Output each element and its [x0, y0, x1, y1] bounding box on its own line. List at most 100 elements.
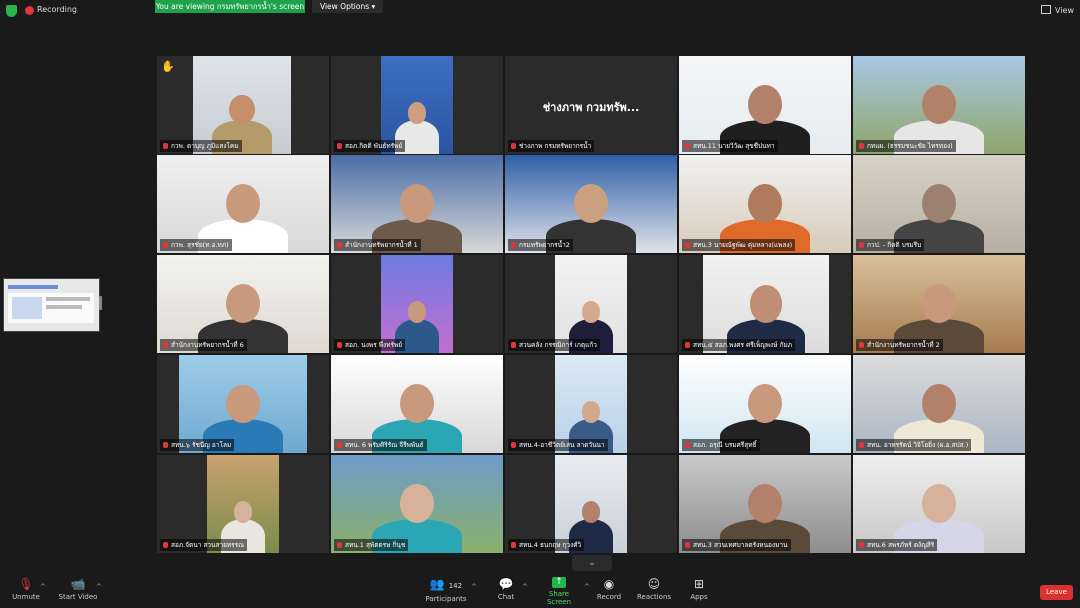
participant-tile[interactable]: กรมทรัพยากรน้ำ2: [505, 155, 677, 253]
mic-muted-icon: [685, 242, 690, 248]
video-options-chevron-icon[interactable]: ^: [96, 583, 102, 591]
participant-name: กทแผ. (ธรรมชนะชัย ไทรทอง): [867, 142, 953, 150]
participant-name: สทน.11 นายวิวัฒ สุขชีปนทา: [693, 142, 775, 150]
view-label: View: [1055, 6, 1074, 15]
participant-name-label: สำนักงานทรัพยากรน้ำที่ 2: [856, 339, 943, 351]
chevron-down-icon: ⌄: [588, 558, 596, 568]
top-bar: Recording You are viewing กรมทรัพยากรน้ำ…: [0, 0, 1080, 22]
chat-label: Chat: [497, 593, 515, 601]
participant-tile[interactable]: สทน.1 สุพัตตรษ กิ่นุช: [331, 455, 503, 553]
mic-muted-icon: [163, 342, 168, 348]
viewing-screen-banner: You are viewing กรมทรัพยากรน้ำ's screen: [155, 0, 305, 13]
share-screen-icon: ↑: [552, 577, 566, 588]
leave-button[interactable]: Leave: [1040, 585, 1073, 600]
participant-name-label: สทน.4 ธนกฤษ กุวงศ์วิ: [508, 539, 585, 551]
participant-tile[interactable]: สทน.๖ รัชนีญ อาโลม: [157, 355, 329, 453]
mic-muted-icon: [163, 242, 168, 248]
participant-tile[interactable]: สำนักงานทรัพยากรน้ำที่ 6: [157, 255, 329, 353]
chat-chevron-icon[interactable]: ^: [522, 583, 528, 591]
participant-tile[interactable]: สทน.11 นายวิวัฒ สุขชีปนทา: [679, 56, 851, 154]
participants-button[interactable]: 👥 142 Participants: [424, 577, 468, 603]
mic-muted-icon: [163, 542, 168, 548]
participant-name: สทน.3 สวนเทศบาลตรังหนองมาน: [693, 541, 788, 549]
participant-name: กรมทรัพยากรน้ำ2: [519, 241, 570, 249]
participant-tile[interactable]: ✋ กวพ. ดาบุญ ภูมิแสงโคม: [157, 56, 329, 154]
video-off-icon: 📹: [70, 577, 86, 591]
participant-tile[interactable]: สำนักงานทรัพยากรน้ำที่ 2: [853, 255, 1025, 353]
mic-muted-icon: [511, 342, 516, 348]
participant-tile[interactable]: สทน.๕ สอภ.พงศร ศรีเพ็ญพงษ์ กัมภ: [679, 255, 851, 353]
record-label: Record: [596, 593, 622, 601]
start-video-button[interactable]: 📹 Start Video: [58, 577, 98, 601]
participant-tile[interactable]: สทน.4-อาชีวิตย์เสน ลาดวันนา: [505, 355, 677, 453]
participant-tile[interactable]: สอภ. อรุณี บรมศรีสุทธิ์: [679, 355, 851, 453]
view-button[interactable]: View: [1041, 5, 1074, 15]
participant-name: สทน.6 สพรภัทร์ ดงัญสิริ: [867, 541, 935, 549]
participant-tile[interactable]: สวนคลัง กรรณิการ์ เกตุแก้ว: [505, 255, 677, 353]
participant-tile[interactable]: สทน.3 สวนเทศบาลตรังหนองมาน: [679, 455, 851, 553]
participants-icon: 👥: [429, 577, 445, 591]
participant-name: สำนักงานทรัพยากรน้ำที่ 2: [867, 341, 940, 349]
view-grid-icon: [1041, 5, 1052, 14]
share-screen-label: Share Screen: [546, 590, 572, 606]
participant-name: สทน. 6 พรัมศิริรัณ จีรีพพันธ์: [345, 441, 424, 449]
participant-tile[interactable]: สทน. 6 พรัมศิริรัณ จีรีพพันธ์: [331, 355, 503, 453]
participant-tile[interactable]: สอภ.จัตนา สวนสายทรรณ: [157, 455, 329, 553]
mic-muted-icon: [859, 143, 864, 149]
mic-muted-icon: [337, 442, 342, 448]
unmute-button[interactable]: 🎙 Unmute: [10, 577, 42, 601]
mic-muted-icon: [685, 442, 690, 448]
meeting-toolbar: 🎙 Unmute ^ 📹 Start Video ^ 👥 142 Partici…: [0, 575, 1080, 608]
participant-name-label: กทแผ. (ธรรมชนะชัย ไทรทอง): [856, 140, 956, 152]
thumbnail-resize-handle[interactable]: [99, 296, 102, 310]
collapse-gallery-button[interactable]: ⌄: [572, 555, 612, 571]
recording-icon: [25, 6, 34, 15]
participant-name: สทน.4-อาชีวิตย์เสน ลาดวันนา: [519, 441, 605, 449]
participant-tile[interactable]: สทน.4 ธนกฤษ กุวงศ์วิ: [505, 455, 677, 553]
mic-muted-icon: [163, 442, 168, 448]
security-shield-icon[interactable]: [6, 5, 17, 17]
mic-muted-icon: [685, 143, 690, 149]
participant-tile[interactable]: สอภ. นงพร พึ่งทรัพย์: [331, 255, 503, 353]
participant-tile[interactable]: กทแผ. (ธรรมชนะชัย ไทรทอง): [853, 56, 1025, 154]
participant-name: กวป. - กิตติ บรมรีบ: [867, 241, 922, 249]
participant-name-label: สทน.๕ สอภ.พงศร ศรีเพ็ญพงษ์ กัมภ: [682, 339, 796, 351]
participant-name-label: สทน.3 นายณัฐพัฒ คุ่มหลาง(แพลง): [682, 239, 796, 251]
apps-button[interactable]: ⊞ Apps: [687, 577, 711, 601]
share-chevron-icon[interactable]: ^: [584, 583, 590, 591]
participant-name-label: กวป. - กิตติ บรมรีบ: [856, 239, 925, 251]
participant-tile[interactable]: สทน.3 นายณัฐพัฒ คุ่มหลาง(แพลง): [679, 155, 851, 253]
participant-name: กวพ. สุรชัย(ท.อ.ทภ): [171, 241, 229, 249]
participant-name-label: สทน.3 สวนเทศบาลตรังหนองมาน: [682, 539, 791, 551]
participant-tile[interactable]: กวป. - กิตติ บรมรีบ: [853, 155, 1025, 253]
share-screen-button[interactable]: ↑ Share Screen: [536, 577, 582, 606]
participant-name-label: สทน. 6 พรัมศิริรัณ จีรีพพันธ์: [334, 439, 427, 451]
participant-name: สำนักงานทรัพยากรน้ำที่ 1: [345, 241, 418, 249]
view-options-button[interactable]: View Options ▾: [312, 0, 384, 13]
participant-tile[interactable]: สำนักงานทรัพยากรน้ำที่ 1: [331, 155, 503, 253]
apps-icon: ⊞: [693, 577, 705, 591]
participants-chevron-icon[interactable]: ^: [471, 583, 477, 591]
mic-muted-icon: [511, 242, 516, 248]
start-video-label: Start Video: [58, 593, 98, 601]
participant-tile[interactable]: ช่างภาพ กวมทรัพ... ช่างภาพ กรมทรัพยากรน้ำ: [505, 56, 677, 154]
record-button[interactable]: ◉ Record: [595, 577, 623, 601]
smile-icon: ☺: [647, 577, 661, 591]
participant-name-label: สำนักงานทรัพยากรน้ำที่ 6: [160, 339, 247, 351]
shared-screen-thumbnail[interactable]: [3, 278, 100, 332]
unmute-label: Unmute: [12, 593, 40, 601]
mic-muted-icon: [337, 342, 342, 348]
reactions-button[interactable]: ☺ Reactions: [637, 577, 671, 601]
participant-name: สทน.3 นายณัฐพัฒ คุ่มหลาง(แพลง): [693, 241, 793, 249]
participant-name-label: สทน.11 นายวิวัฒ สุขชีปนทา: [682, 140, 778, 152]
mic-muted-icon: [511, 143, 516, 149]
chat-icon: 💬: [498, 577, 514, 591]
mic-muted-icon: [859, 242, 864, 248]
participant-tile[interactable]: สทน. อาทรรัตน์ วิจิโยยิ่ง (ผ.อ.สปส.): [853, 355, 1025, 453]
participant-tile[interactable]: สทน.6 สพรภัทร์ ดงัญสิริ: [853, 455, 1025, 553]
participant-tile[interactable]: สอภ.กิตติ พันธ์ทรัพย์: [331, 56, 503, 154]
participant-tile[interactable]: กวพ. สุรชัย(ท.อ.ทภ): [157, 155, 329, 253]
audio-options-chevron-icon[interactable]: ^: [40, 583, 46, 591]
participant-name: สวนคลัง กรรณิการ์ เกตุแก้ว: [519, 341, 597, 349]
chat-button[interactable]: 💬 Chat: [493, 577, 519, 601]
